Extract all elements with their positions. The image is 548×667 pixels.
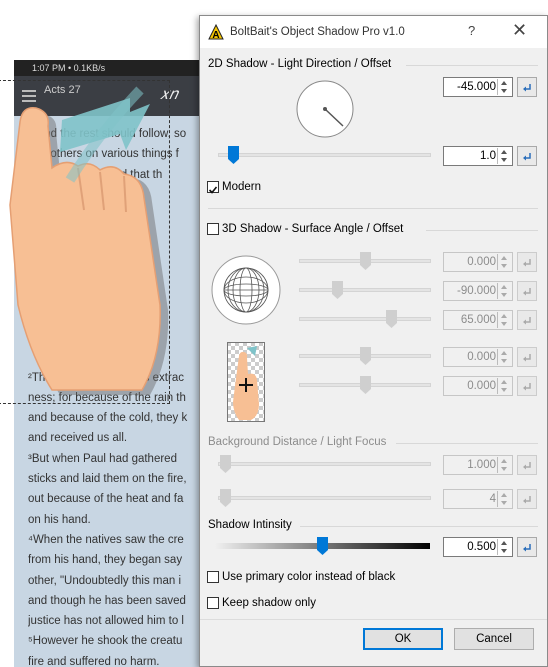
section-divider	[426, 230, 538, 231]
section-bg-label: Background Distance / Light Focus	[208, 436, 387, 448]
light-focus-input[interactable]: 4	[443, 489, 513, 509]
surface-slider-track[interactable]	[299, 288, 431, 292]
surface-slider-thumb[interactable]	[359, 252, 371, 270]
modern-label: Modern	[222, 181, 261, 193]
bg-distance-slider-track[interactable]	[218, 462, 431, 466]
section-2d-label: 2D Shadow - Light Direction / Offset	[208, 58, 392, 70]
footer-divider	[200, 619, 547, 620]
scripture-line: out because of the heat and fa	[28, 493, 184, 506]
bg-distance-input[interactable]: 1.000	[443, 455, 513, 475]
scripture-line: and because of the cold, they k	[28, 412, 188, 425]
intensity-slider-thumb[interactable]	[317, 537, 328, 555]
cancel-button[interactable]: Cancel	[454, 628, 534, 650]
dialog-title: BoltBait's Object Shadow Pro v1.0	[230, 26, 405, 38]
boltbait-logo-icon: A	[208, 24, 224, 40]
section-divider	[208, 208, 538, 209]
scripture-line: ⁵However he shook the creatu	[28, 635, 183, 648]
scripture-line: and received us all.	[28, 432, 128, 445]
light-focus-reset-button[interactable]	[517, 489, 537, 509]
offset3d-input[interactable]: 0.000	[443, 376, 513, 396]
scripture-line: from his hand, they began say	[28, 554, 183, 567]
scripture-line: sticks and laid them on the fire,	[28, 473, 187, 486]
intensity-input[interactable]: 0.500	[443, 537, 513, 557]
reset-icon	[523, 84, 531, 92]
section-intensity-label: Shadow Intinsity	[208, 519, 292, 531]
primary-color-checkbox[interactable]	[207, 571, 219, 583]
angle-dial[interactable]	[295, 79, 355, 139]
angle-input[interactable]: -45.000	[443, 77, 513, 97]
scripture-line: ³But when Paul had gathered	[28, 452, 177, 465]
reset-icon	[523, 544, 531, 552]
offset3d-slider-thumb[interactable]	[359, 347, 371, 365]
surface-input[interactable]: 0.000	[443, 252, 513, 272]
reset-icon	[523, 462, 531, 470]
swipe-hand-icon	[9, 86, 169, 396]
surface-input[interactable]: 65.000	[443, 310, 513, 330]
surface-slider-track[interactable]	[299, 317, 431, 321]
surface-reset-button[interactable]	[517, 252, 537, 272]
light-focus-slider-track[interactable]	[218, 496, 431, 500]
offset-reset-button[interactable]	[517, 146, 537, 166]
reset-icon	[523, 383, 531, 391]
ok-button[interactable]: OK	[363, 628, 443, 650]
surface-reset-button[interactable]	[517, 310, 537, 330]
surface-slider-thumb[interactable]	[386, 310, 398, 328]
scripture-line: fire and suffered no harm.	[28, 655, 160, 667]
help-button[interactable]: ?	[468, 23, 475, 38]
reset-icon	[523, 496, 531, 504]
offset3d-input[interactable]: 0.000	[443, 347, 513, 367]
angle-reset-button[interactable]	[517, 77, 537, 97]
offset-input[interactable]: 1.0	[443, 146, 513, 166]
offset-slider-track[interactable]	[218, 153, 431, 157]
scripture-line: and though he has been saved	[28, 594, 186, 607]
primary-color-label: Use primary color instead of black	[222, 571, 396, 583]
section-divider	[396, 443, 538, 444]
scripture-line: on his hand.	[28, 513, 91, 526]
scripture-line: other, "Undoubtedly this man i	[28, 574, 182, 587]
preview-thumbnail	[227, 342, 265, 422]
light-focus-slider-thumb[interactable]	[220, 489, 231, 507]
scripture-line: justice has not allowed him to l	[28, 615, 184, 628]
keep-shadow-label: Keep shadow only	[222, 597, 316, 609]
surface-sphere-control[interactable]	[207, 254, 285, 326]
scripture-line: ⁴When the natives saw the cre	[28, 533, 184, 546]
keep-shadow-checkbox[interactable]	[207, 597, 219, 609]
dialog-title-bar: A BoltBait's Object Shadow Pro v1.0 ? ✕	[200, 16, 547, 48]
reset-icon	[523, 317, 531, 325]
surface-reset-button[interactable]	[517, 281, 537, 301]
offset3d-reset-button[interactable]	[517, 347, 537, 367]
offset-slider-thumb[interactable]	[228, 146, 240, 164]
reset-icon	[523, 259, 531, 267]
reset-icon	[523, 288, 531, 296]
offset3d-slider-thumb[interactable]	[359, 376, 371, 394]
modern-checkbox[interactable]	[207, 181, 219, 194]
surface-input[interactable]: -90.000	[443, 281, 513, 301]
reset-icon	[523, 153, 531, 161]
object-shadow-dialog: A BoltBait's Object Shadow Pro v1.0 ? ✕ …	[199, 15, 548, 667]
section-divider	[300, 526, 538, 527]
intensity-reset-button[interactable]	[517, 537, 537, 557]
bg-distance-slider-thumb[interactable]	[220, 455, 231, 473]
close-button[interactable]: ✕	[512, 20, 527, 41]
offset3d-reset-button[interactable]	[517, 376, 537, 396]
3d-shadow-checkbox[interactable]	[207, 223, 219, 235]
section-3d-label: 3D Shadow - Surface Angle / Offset	[222, 223, 404, 235]
surface-slider-thumb[interactable]	[331, 281, 343, 299]
section-divider	[406, 65, 538, 66]
svg-text:A: A	[212, 30, 219, 40]
bg-distance-reset-button[interactable]	[517, 455, 537, 475]
reset-icon	[523, 354, 531, 362]
